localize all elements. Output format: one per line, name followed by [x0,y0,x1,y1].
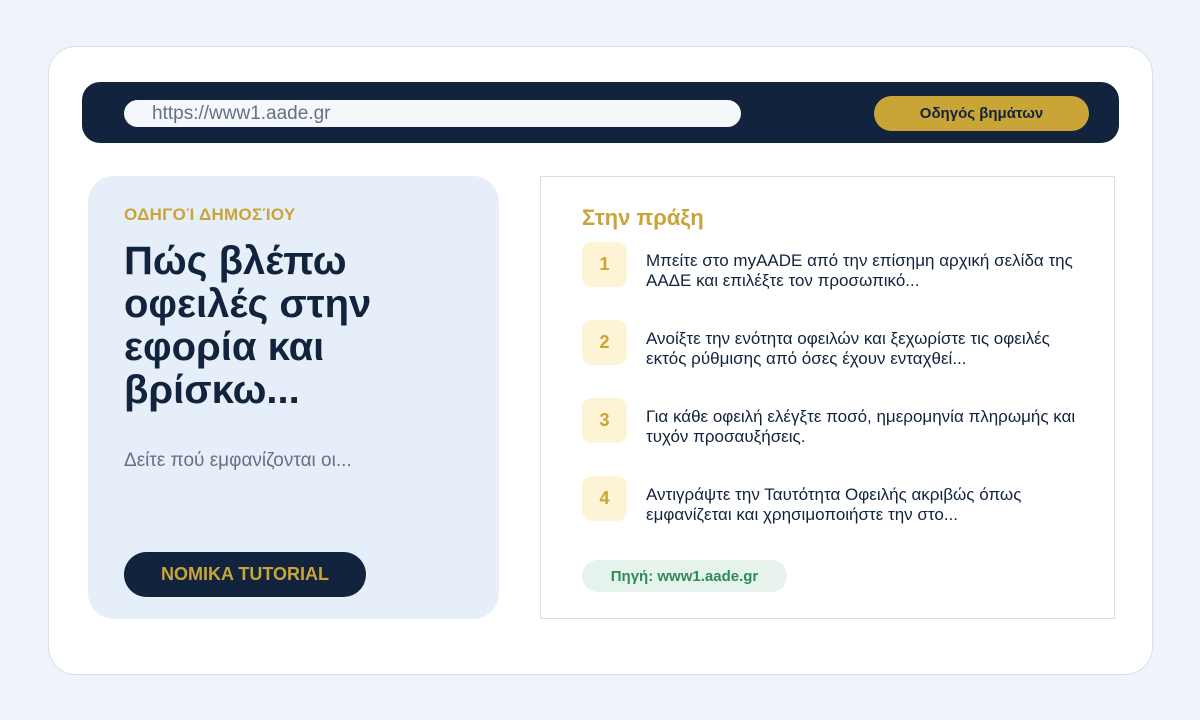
step-item: 4 Αντιγράψτε την Ταυτότητα Οφειλής ακριβ… [582,476,1082,526]
step-number: 1 [582,242,627,287]
step-number: 4 [582,476,627,521]
step-number: 2 [582,320,627,365]
step-item: 1 Μπείτε στο myAADE από την επίσημη αρχι… [582,242,1082,292]
step-text: Για κάθε οφειλή ελέγξτε ποσό, ημερομηνία… [646,407,1076,446]
url-field[interactable]: https://www1.aade.gr [124,100,741,127]
page-title: Πώς βλέπω οφειλές στην εφορία και βρίσκω… [124,239,372,412]
step-number: 3 [582,398,627,443]
step-text: Μπείτε στο myAADE από την επίσημη αρχική… [646,251,1073,290]
source-badge[interactable]: Πηγή: www1.aade.gr [582,560,787,592]
page-subtitle: Δείτε πού εμφανίζονται οι... [124,450,352,471]
step-item: 3 Για κάθε οφειλή ελέγξτε ποσό, ημερομην… [582,398,1082,448]
category-kicker: ΟΔΗΓΟΊ ΔΗΜΟΣΊΟΥ [124,205,296,224]
practice-title: Στην πράξη [582,205,704,230]
step-guide-button[interactable]: Οδηγός βημάτων [874,96,1089,131]
step-text: Ανοίξτε την ενότητα οφειλών και ξεχωρίστ… [646,329,1050,368]
step-text: Αντιγράψτε την Ταυτότητα Οφειλής ακριβώς… [646,485,1022,524]
step-item: 2 Ανοίξτε την ενότητα οφειλών και ξεχωρί… [582,320,1082,370]
tutorial-button[interactable]: NOMIKA TUTORIAL [124,552,366,597]
